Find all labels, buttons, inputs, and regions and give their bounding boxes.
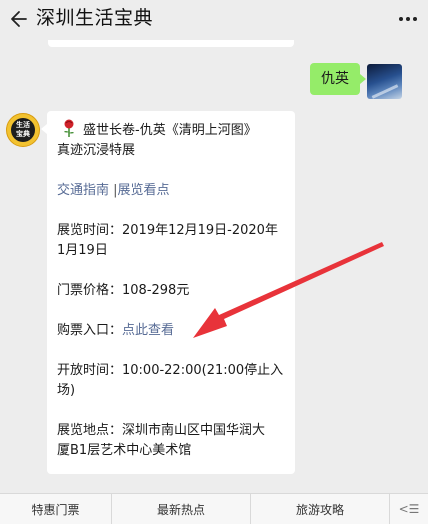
bot-message-card: 盛世长卷-仇英《清明上河图》 真迹沉浸特展 交通指南 |展览看点 展览时间：20… [41, 111, 295, 474]
menu-tab-latest-hot-label: 最新热点 [156, 502, 205, 517]
bot-avatar-text-bottom: 宝典 [16, 130, 30, 138]
venue-line2: 厦B1层艺术中心美术馆 [57, 443, 192, 458]
menu-toggle-keyboard[interactable]: <☰ [389, 494, 428, 524]
card-title: 盛世长卷-仇英《清明上河图》 [83, 123, 257, 138]
card-title-line: 盛世长卷-仇英《清明上河图》 [57, 119, 289, 141]
ticket-entry-label: 购票入口： [57, 323, 123, 338]
chat-title: 深圳生活宝典 [36, 7, 154, 29]
opening-hours-line1: 开放时间：10:00-22:00(21:00停止入 [57, 363, 284, 378]
highlights-link[interactable]: 展览看点 [118, 183, 170, 198]
opening-hours-line2: 场) [57, 383, 76, 398]
previous-message-bubble [48, 40, 294, 47]
keyboard-menu-icon: <☰ [398, 502, 420, 516]
user-avatar[interactable] [367, 64, 402, 99]
menu-tab-discount-tickets[interactable]: 特惠门票 [0, 494, 111, 524]
ticket-entry-link[interactable]: 点此查看 [122, 323, 174, 338]
ticket-entry-row: 购票入口：点此查看 [57, 321, 289, 341]
exhibition-date-line1: 展览时间：2019年12月19日-2020年 [57, 223, 278, 238]
venue-line1: 展览地点：深圳市南山区中国华润大 [57, 423, 266, 438]
menu-tab-latest-hot[interactable]: 最新热点 [111, 494, 250, 524]
bot-avatar-text-top: 生活 [16, 121, 30, 129]
menu-tab-travel-guide[interactable]: 旅游攻略 [250, 494, 389, 524]
menu-tab-travel-guide-label: 旅游攻略 [295, 502, 344, 517]
rose-icon [64, 119, 74, 137]
top-bar: 深圳生活宝典 [0, 0, 428, 38]
bottom-menu-bar: 特惠门票 最新热点 旅游攻略 <☰ [0, 493, 428, 524]
bot-avatar-logo: 生活 宝典 [11, 118, 35, 142]
user-message-bubble[interactable]: 仇英 [310, 63, 366, 95]
ticket-price: 门票价格：108-298元 [57, 283, 190, 298]
back-arrow-icon[interactable] [8, 9, 28, 29]
card-subtitle: 真迹沉浸特展 [57, 143, 136, 158]
card-links-row: 交通指南 |展览看点 [57, 181, 289, 201]
more-dots-icon[interactable] [398, 16, 418, 22]
traffic-guide-link[interactable]: 交通指南 [57, 183, 109, 198]
exhibition-date-line2: 1月19日 [57, 243, 108, 258]
bot-avatar[interactable]: 生活 宝典 [6, 113, 40, 147]
